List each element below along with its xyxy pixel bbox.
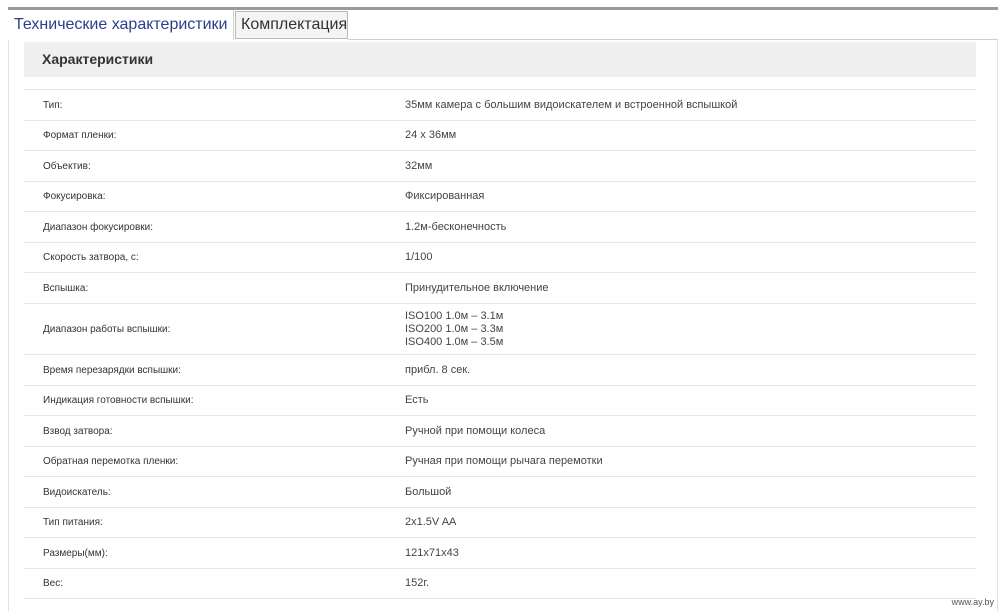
spec-value: ISO100 1.0м – 3.1м ISO200 1.0м – 3.3м ISO4… (405, 303, 976, 355)
spec-value-line: Фиксированная (405, 190, 485, 202)
spec-value: Принудительное включение (405, 272, 976, 304)
spec-label: Размеры(мм): (24, 537, 405, 569)
tab-bar: Технические характеристики Комплектация (6, 10, 998, 40)
spec-row: Размеры(мм): 121x71x43 (24, 537, 976, 569)
spec-label: Формат пленки: (24, 120, 405, 151)
spec-label: Тип питания: (24, 507, 405, 538)
spec-value-line: ISO200 1.0м – 3.3м (405, 322, 504, 335)
spec-row: Видоискатель: Большой (24, 476, 976, 508)
spec-value-line: ISO100 1.0м – 3.1м (405, 309, 504, 322)
spec-row: Обратная перемотка пленки: Ручная при пом… (24, 446, 976, 477)
spec-row: Скорость затвора, с: 1/100 (24, 242, 976, 273)
section-title: Характеристики (24, 42, 976, 77)
spec-row: Формат пленки: 24 x 36мм (24, 120, 976, 151)
spec-row: Индикация готовности вспышки: Есть (24, 385, 976, 416)
spec-row: Объектив: 32мм (24, 150, 976, 182)
spec-value-line: Ручная при помощи рычага перемотки (405, 455, 603, 467)
spec-value-line: 152г. (405, 577, 430, 589)
tab-bar-filler (348, 10, 998, 40)
spec-value-line: Ручной при помощи колеса (405, 424, 546, 437)
spec-value: 24 x 36мм (405, 120, 976, 151)
spec-value-line: 1.2м-бесконечность (405, 220, 507, 233)
spec-row: Диапазон фокусировки: 1.2м-бесконечность (24, 211, 976, 243)
spec-value-line: 24 x 36мм (405, 129, 457, 141)
spec-value-line: Есть (405, 394, 429, 406)
spec-row: Время перезарядки вспышки: прибл. 8 сек. (24, 354, 976, 386)
spec-value-line: 121x71x43 (405, 546, 459, 559)
spec-row: Тип питания: 2x1.5V AA (24, 507, 976, 538)
spec-label: Скорость затвора, с: (24, 242, 405, 273)
spec-value: Ручной при помощи колеса (405, 415, 976, 447)
spec-label: Взвод затвора: (24, 415, 405, 447)
spec-label: Диапазон работы вспышки: (24, 303, 405, 355)
spec-label: Видоискатель: (24, 476, 405, 508)
spec-value: Есть (405, 385, 976, 416)
spec-label: Фокусировка: (24, 181, 405, 212)
spec-table: Тип: 35мм камера с большим видоискателем … (24, 89, 976, 599)
spec-row: Тип: 35мм камера с большим видоискателем … (24, 89, 976, 121)
spec-value: 152г. (405, 568, 976, 599)
spec-value-line: Большой (405, 485, 452, 498)
spec-value-line: 1/100 (405, 251, 433, 263)
spec-value-line: 2x1.5V AA (405, 516, 457, 528)
spec-value: 1/100 (405, 242, 976, 273)
spec-value: прибл. 8 сек. (405, 354, 976, 386)
spec-row: Диапазон работы вспышки: ISO100 1.0м – 3.… (24, 303, 976, 355)
spec-value: 121x71x43 (405, 537, 976, 569)
spec-value: Большой (405, 476, 976, 508)
spec-value-line: 32мм (405, 159, 433, 172)
watermark: www.ay.by (951, 597, 994, 607)
spec-value-line: Принудительное включение (405, 281, 549, 294)
spec-value-line: ISO400 1.0м – 3.5м (405, 335, 504, 348)
spec-row: Вспышка: Принудительное включение (24, 272, 976, 304)
spec-value: 32мм (405, 150, 976, 182)
spec-row: Вес: 152г. (24, 568, 976, 599)
spec-label: Индикация готовности вспышки: (24, 385, 405, 416)
spec-label: Обратная перемотка пленки: (24, 446, 405, 477)
spec-label: Время перезарядки вспышки: (24, 354, 405, 386)
spec-value-line: 35мм камера с большим видоискателем и вс… (405, 98, 738, 111)
spec-label: Тип: (24, 89, 405, 121)
spec-value: Фиксированная (405, 181, 976, 212)
spec-value: 1.2м-бесконечность (405, 211, 976, 243)
spec-row: Фокусировка: Фиксированная (24, 181, 976, 212)
spec-label: Вес: (24, 568, 405, 599)
spec-value: Ручная при помощи рычага перемотки (405, 446, 976, 477)
spec-label: Диапазон фокусировки: (24, 211, 405, 243)
spec-value: 2x1.5V AA (405, 507, 976, 538)
tab-technical-specs[interactable]: Технические характеристики (6, 10, 234, 40)
spec-label: Объектив: (24, 150, 405, 182)
spec-label: Вспышка: (24, 272, 405, 304)
spec-value: 35мм камера с большим видоискателем и вс… (405, 89, 976, 121)
spec-value-line: прибл. 8 сек. (405, 363, 471, 376)
spec-row: Взвод затвора: Ручной при помощи колеса (24, 415, 976, 447)
tab-package-contents[interactable]: Комплектация (235, 11, 348, 39)
